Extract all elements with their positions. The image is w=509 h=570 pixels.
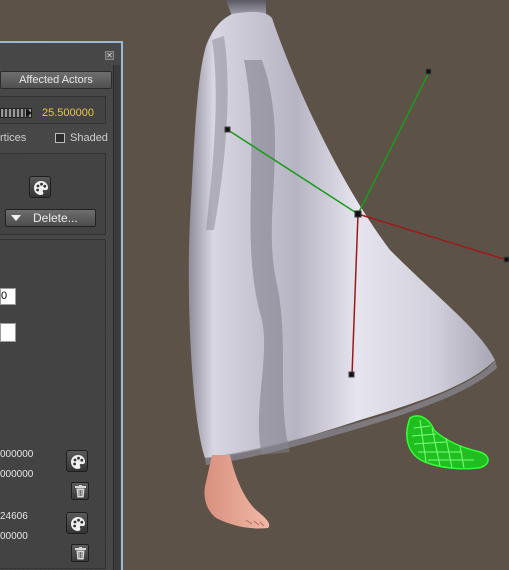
3d-viewport[interactable]: ✕ Affected Actors 25.500000 rtices Shade… <box>0 0 509 570</box>
shaded-checkbox[interactable] <box>55 133 65 143</box>
palette-icon <box>71 455 85 469</box>
trash-icon <box>75 485 86 498</box>
palette-button[interactable] <box>66 450 88 472</box>
left-foot <box>204 455 270 529</box>
value-text: 24606 <box>0 511 28 522</box>
trash-button[interactable] <box>71 482 89 500</box>
selected-foot-wireframe <box>406 415 489 470</box>
panel-scrollbar[interactable] <box>113 65 120 570</box>
palette-button[interactable] <box>66 512 88 534</box>
palette-button[interactable] <box>29 176 51 198</box>
palette-icon <box>34 181 48 195</box>
delete-button[interactable]: Delete... <box>5 209 96 227</box>
palette-icon <box>71 517 85 531</box>
close-icon[interactable]: ✕ <box>105 51 114 60</box>
shaded-label: Shaded <box>70 132 108 144</box>
properties-panel: ✕ Affected Actors 25.500000 rtices Shade… <box>0 41 123 570</box>
numeric-field[interactable]: 0 <box>0 288 16 305</box>
affected-actors-button[interactable]: Affected Actors <box>0 71 112 89</box>
triangle-down-icon <box>11 215 21 221</box>
delete-label: Delete... <box>33 211 78 225</box>
trash-button[interactable] <box>71 544 89 562</box>
text-field[interactable] <box>0 323 16 342</box>
trash-icon <box>75 547 86 560</box>
slider-value[interactable]: 25.500000 <box>42 107 94 119</box>
slider-arrow-icon[interactable] <box>26 109 32 117</box>
value-text: 000000 <box>0 449 34 460</box>
vertices-label: rtices <box>0 132 27 144</box>
value-text: 00000 <box>0 531 28 542</box>
value-text: 000000 <box>0 469 34 480</box>
